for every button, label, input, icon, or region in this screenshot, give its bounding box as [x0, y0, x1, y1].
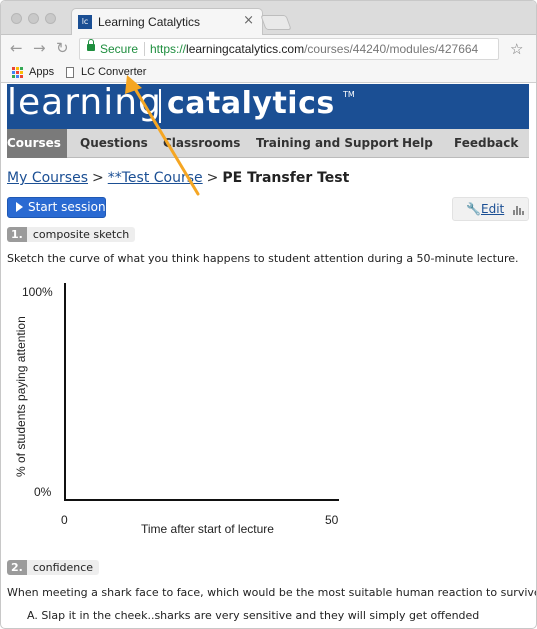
logo-catalytics-text: catalytics [167, 86, 335, 121]
logo-learning-text: learning [7, 84, 162, 123]
apps-grid-dot [20, 67, 23, 70]
nav-help[interactable]: Help [402, 129, 433, 158]
question-heading: 2. confidence [7, 560, 100, 575]
question-prompt: When meeting a shark face to face, which… [7, 586, 537, 599]
back-arrow-icon[interactable]: ← [10, 40, 23, 56]
forward-arrow-icon[interactable]: → [33, 40, 46, 56]
x-axis-right-label: 50 [325, 513, 339, 527]
breadcrumb: My Courses > **Test Course > PE Transfer Tes… [7, 170, 349, 186]
nav-classrooms[interactable]: Classrooms [163, 129, 240, 158]
question-title: confidence [32, 561, 94, 574]
apps-grid-dot [16, 67, 19, 70]
y-axis-title: % of students paying attention [14, 316, 28, 477]
apps-bookmark[interactable]: Apps [29, 66, 54, 78]
learning-catalytics-favicon-icon: lc [78, 15, 92, 29]
start-session-button[interactable]: Start session [7, 197, 106, 218]
edit-toolbar: 🔧 Edit [452, 197, 529, 221]
page-icon [66, 67, 74, 78]
omnibox-divider [144, 42, 145, 56]
page-title: PE Transfer Test [222, 170, 350, 186]
bar-chart-icon[interactable] [513, 205, 524, 215]
url-text[interactable]: https://learningcatalytics.com/courses/4… [150, 42, 478, 56]
lock-icon [87, 39, 95, 51]
start-session-label: Start session [28, 200, 106, 214]
edit-link[interactable]: Edit [481, 202, 504, 216]
question-title: composite sketch [32, 228, 130, 241]
tab-strip: lc Learning Catalytics × [1, 1, 536, 36]
answer-option[interactable]: A. Slap it in the cheek..sharks are very… [27, 609, 479, 622]
apps-grid-icon[interactable] [12, 67, 23, 78]
minimize-window-button[interactable] [28, 13, 39, 24]
sketch-graph[interactable]: 100% 0% 0 50 Time after start of lecture… [1, 271, 361, 541]
y-axis-top-label: 100% [22, 285, 53, 299]
lc-converter-bookmark[interactable]: LC Converter [81, 66, 146, 78]
question-heading: 1. composite sketch [7, 227, 136, 242]
new-tab-button[interactable] [260, 15, 292, 30]
secure-label: Secure [100, 42, 139, 56]
sketch-canvas[interactable]: 100% 0% 0 50 Time after start of lecture… [1, 271, 361, 541]
address-bar[interactable]: Secure https://learningcatalytics.com/co… [79, 38, 499, 60]
nav-courses[interactable]: Courses [7, 129, 67, 158]
tab-title: Learning Catalytics [98, 15, 201, 29]
breadcrumb-course-link[interactable]: **Test Course [108, 170, 203, 186]
apps-grid-dot [12, 67, 15, 70]
wrench-icon: 🔧 [466, 202, 481, 216]
close-window-button[interactable] [11, 13, 22, 24]
question-number: 2. [7, 560, 27, 575]
apps-grid-dot [16, 75, 19, 78]
play-icon [16, 202, 23, 212]
apps-grid-dot [12, 71, 15, 74]
apps-grid-dot [20, 71, 23, 74]
apps-grid-dot [16, 71, 19, 74]
apps-grid-dot [12, 75, 15, 78]
maximize-window-button[interactable] [45, 13, 56, 24]
site-header-logo[interactable]: learning catalytics TM [7, 84, 529, 129]
breadcrumb-separator: > [206, 170, 219, 186]
bookmark-star-icon[interactable]: ☆ [510, 40, 523, 58]
breadcrumb-my-courses-link[interactable]: My Courses [7, 170, 88, 186]
y-axis-bottom-label: 0% [34, 485, 52, 499]
tab-close-icon[interactable]: × [243, 13, 254, 28]
url-scheme: https:// [150, 42, 187, 56]
browser-window: lc Learning Catalytics × ← → ↻ Secure ht… [0, 0, 537, 629]
question-prompt: Sketch the curve of what you think happe… [7, 252, 519, 265]
x-axis-left-label: 0 [61, 513, 68, 527]
breadcrumb-separator: > [92, 170, 104, 186]
x-axis-title: Time after start of lecture [141, 522, 274, 536]
reload-icon[interactable]: ↻ [56, 40, 69, 56]
logo-divider [159, 89, 161, 123]
bookmarks-bar: Apps LC Converter [1, 63, 536, 83]
logo-trademark: TM [343, 90, 355, 99]
apps-grid-dot [20, 75, 23, 78]
browser-toolbar: ← → ↻ Secure https://learningcatalytics.… [1, 35, 536, 63]
question-number: 1. [7, 227, 27, 242]
nav-training-and-support[interactable]: Training and Support [256, 129, 399, 158]
browser-tab[interactable]: lc Learning Catalytics × [71, 8, 263, 36]
url-host: learningcatalytics.com [186, 42, 305, 56]
nav-feedback[interactable]: Feedback [454, 129, 518, 158]
url-path: /courses/44240/modules/427664 [304, 42, 479, 56]
nav-questions[interactable]: Questions [80, 129, 148, 158]
main-nav: Courses Questions Classrooms Training an… [7, 129, 529, 158]
